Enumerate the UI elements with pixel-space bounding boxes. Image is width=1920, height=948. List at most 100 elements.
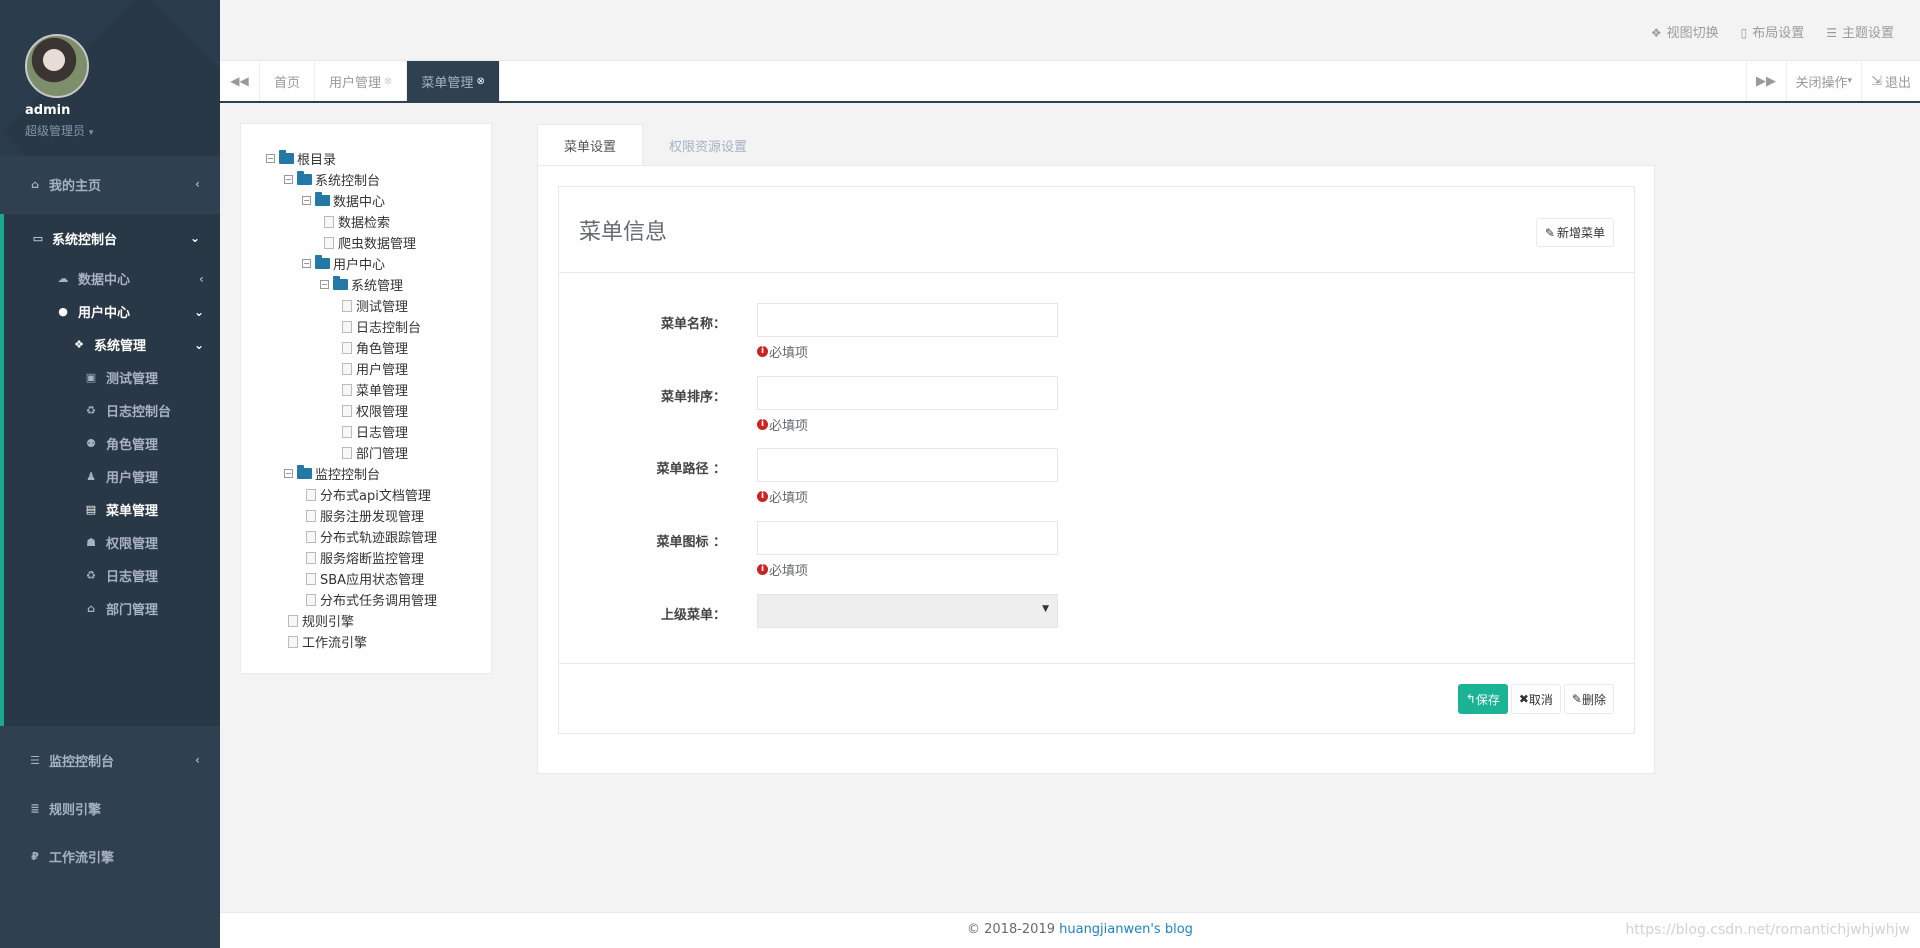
tab-home[interactable]: 首页 — [260, 61, 316, 101]
page-tabs: 首页 用户管理 ⊗ 菜单管理 ⊗ — [260, 61, 1746, 101]
tree-node-system-mgmt[interactable]: − 系统管理 — [266, 274, 437, 295]
collapse-icon[interactable]: − — [284, 469, 293, 478]
file-icon — [342, 383, 352, 396]
tree-node-label: SBA应用状态管理 — [320, 573, 425, 588]
pencil-icon: ✎ — [1544, 225, 1555, 240]
tree-node-label: 分布式任务调用管理 — [320, 594, 438, 609]
view-switch-link[interactable]: ❖ 视图切换 — [1651, 22, 1719, 41]
sidebar-item-menu-mgmt[interactable]: ▤ 菜单管理 — [4, 493, 220, 526]
file-icon — [306, 572, 316, 585]
tree-node-monitor-console[interactable]: − 监控控制台 — [266, 463, 437, 484]
sidebar-item-user-center[interactable]: ● 用户中心 ⌄ — [4, 295, 220, 328]
tree-node-api-docs[interactable]: 分布式api文档管理 — [266, 484, 437, 505]
menu-name-label: 菜单名称： — [660, 317, 726, 332]
file-icon — [342, 404, 352, 417]
save-button[interactable]: ↰ 保存 — [1457, 684, 1508, 714]
theme-settings-link[interactable]: ☰ 主题设置 — [1826, 22, 1894, 41]
sidebar-item-label: 权限管理 — [106, 537, 159, 552]
tab-user-mgmt[interactable]: 用户管理 ⊗ — [315, 61, 408, 101]
parent-menu-label: 上级菜单： — [660, 608, 726, 623]
sidebar-item-user-mgmt[interactable]: ♟ 用户管理 — [4, 460, 220, 493]
tree-node-log-mgmt[interactable]: 日志管理 — [266, 421, 437, 442]
collapse-icon[interactable]: − — [302, 196, 311, 205]
delete-button[interactable]: ✎ 删除 — [1563, 684, 1614, 714]
tab-menu-mgmt[interactable]: 菜单管理 ⊗ — [407, 61, 500, 101]
sidebar-item-label: 规则引擎 — [49, 802, 102, 818]
file-icon — [324, 215, 334, 228]
tab-label: 首页 — [274, 75, 301, 91]
info-circle-icon: i — [757, 564, 768, 575]
save-label: 保存 — [1475, 692, 1500, 707]
tree-node-log-console[interactable]: 日志控制台 — [266, 316, 437, 337]
tree-node-menu-mgmt[interactable]: 菜单管理 — [266, 379, 437, 400]
tree-node-data-center[interactable]: − 数据中心 — [266, 190, 437, 211]
sidebar-item-workflow-engine[interactable]: ₽ 工作流引擎 — [0, 832, 220, 880]
sidebar-item-log-console[interactable]: ♻ 日志控制台 — [4, 394, 220, 427]
close-circle-icon[interactable]: ⊗ — [384, 76, 392, 87]
list-alt-icon: ▤ — [85, 503, 97, 516]
menu-name-input[interactable] — [757, 303, 1058, 337]
collapse-icon[interactable]: − — [266, 154, 275, 163]
sidebar-item-monitor-console[interactable]: ☰ 监控控制台 ‹ — [0, 736, 220, 784]
parent-menu-select[interactable]: ▼ — [757, 594, 1058, 628]
tree-node-label: 根目录 — [297, 153, 337, 168]
sidebar-item-data-center[interactable]: ☁ 数据中心 ‹ — [4, 262, 220, 295]
tree-node-test-mgmt[interactable]: 测试管理 — [266, 295, 437, 316]
tasks-icon: ☰ — [1826, 26, 1837, 40]
menu-icon-input[interactable] — [757, 521, 1058, 555]
tab-label: 权限资源设置 — [669, 139, 748, 155]
sidebar-item-permission-mgmt[interactable]: ☗ 权限管理 — [4, 526, 220, 559]
tree-node-root[interactable]: − 根目录 — [266, 148, 437, 169]
cancel-button[interactable]: ✖ 取消 — [1510, 684, 1561, 714]
caret-down-icon: ▾ — [88, 128, 94, 138]
sidebar-item-role-mgmt[interactable]: ⚉ 角色管理 — [4, 427, 220, 460]
tab-permission-resources[interactable]: 权限资源设置 — [643, 124, 773, 166]
tree-node-dept-mgmt[interactable]: 部门管理 — [266, 442, 437, 463]
tree-node-crawler-data[interactable]: 爬虫数据管理 — [266, 232, 437, 253]
sidebar-item-label: 用户中心 — [78, 306, 131, 321]
blog-link[interactable]: huangjianwen's blog — [1059, 922, 1193, 937]
tree-node-task-scheduling[interactable]: 分布式任务调用管理 — [266, 589, 437, 610]
menu-sort-input[interactable] — [757, 376, 1058, 410]
test-icon: ▣ — [85, 371, 97, 384]
tree-node-permission-mgmt[interactable]: 权限管理 — [266, 400, 437, 421]
menu-path-input[interactable] — [757, 448, 1058, 482]
layout-settings-link[interactable]: ▯ 布局设置 — [1741, 22, 1805, 41]
close-operations-dropdown[interactable]: 关闭操作 ▾ — [1785, 61, 1862, 101]
tree-node-rule-engine[interactable]: 规则引擎 — [266, 610, 437, 631]
tabs-scroll-left-button[interactable]: ◀◀ — [220, 61, 260, 101]
tree-node-workflow-engine[interactable]: 工作流引擎 — [266, 631, 437, 652]
sidebar-item-system-mgmt[interactable]: ❖ 系统管理 ⌄ — [4, 328, 220, 361]
close-circle-icon[interactable]: ⊗ — [476, 76, 484, 87]
tree-node-tracing[interactable]: 分布式轨迹跟踪管理 — [266, 526, 437, 547]
avatar[interactable] — [25, 34, 89, 98]
add-menu-button[interactable]: ✎ 新增菜单 — [1535, 218, 1614, 247]
sidebar-item-dept-mgmt[interactable]: ⌂ 部门管理 — [4, 592, 220, 625]
collapse-icon[interactable]: − — [302, 259, 311, 268]
top-links: ❖ 视图切换 ▯ 布局设置 ☰ 主题设置 — [1651, 22, 1894, 41]
logout-button[interactable]: ⇲ 退出 — [1861, 61, 1920, 101]
tabs-scroll-right-button[interactable]: ▶▶ — [1745, 61, 1786, 101]
file-icon — [342, 362, 352, 375]
sidebar-item-system-console[interactable]: ▭ 系统控制台 ⌄ — [4, 214, 220, 262]
tree-node-sba-status[interactable]: SBA应用状态管理 — [266, 568, 437, 589]
tab-menu-settings[interactable]: 菜单设置 — [537, 124, 644, 166]
tree-node-user-center[interactable]: − 用户中心 — [266, 253, 437, 274]
add-menu-label: 新增菜单 — [1556, 226, 1605, 240]
tree-node-service-registry[interactable]: 服务注册发现管理 — [266, 505, 437, 526]
tree-node-user-mgmt[interactable]: 用户管理 — [266, 358, 437, 379]
collapse-icon[interactable]: − — [320, 280, 329, 289]
tree-node-data-search[interactable]: 数据检索 — [266, 211, 437, 232]
tree-node-circuit-breaker[interactable]: 服务熔断监控管理 — [266, 547, 437, 568]
tree-node-system-console[interactable]: − 系统控制台 — [266, 169, 437, 190]
sidebar-item-home[interactable]: ⌂ 我的主页 ‹ — [0, 160, 220, 208]
sidebar-item-test-mgmt[interactable]: ▣ 测试管理 — [4, 361, 220, 394]
profile-role-dropdown[interactable]: 超级管理员 ▾ — [25, 122, 93, 139]
tree-node-role-mgmt[interactable]: 角色管理 — [266, 337, 437, 358]
chevron-down-icon: ⌄ — [189, 231, 200, 245]
sidebar-item-rule-engine[interactable]: ≣ 规则引擎 — [0, 784, 220, 832]
profile-role-label: 超级管理员 — [25, 124, 86, 138]
collapse-icon[interactable]: − — [284, 175, 293, 184]
tree-node-label: 日志控制台 — [356, 321, 422, 336]
sidebar-item-log-mgmt[interactable]: ♻ 日志管理 — [4, 559, 220, 592]
